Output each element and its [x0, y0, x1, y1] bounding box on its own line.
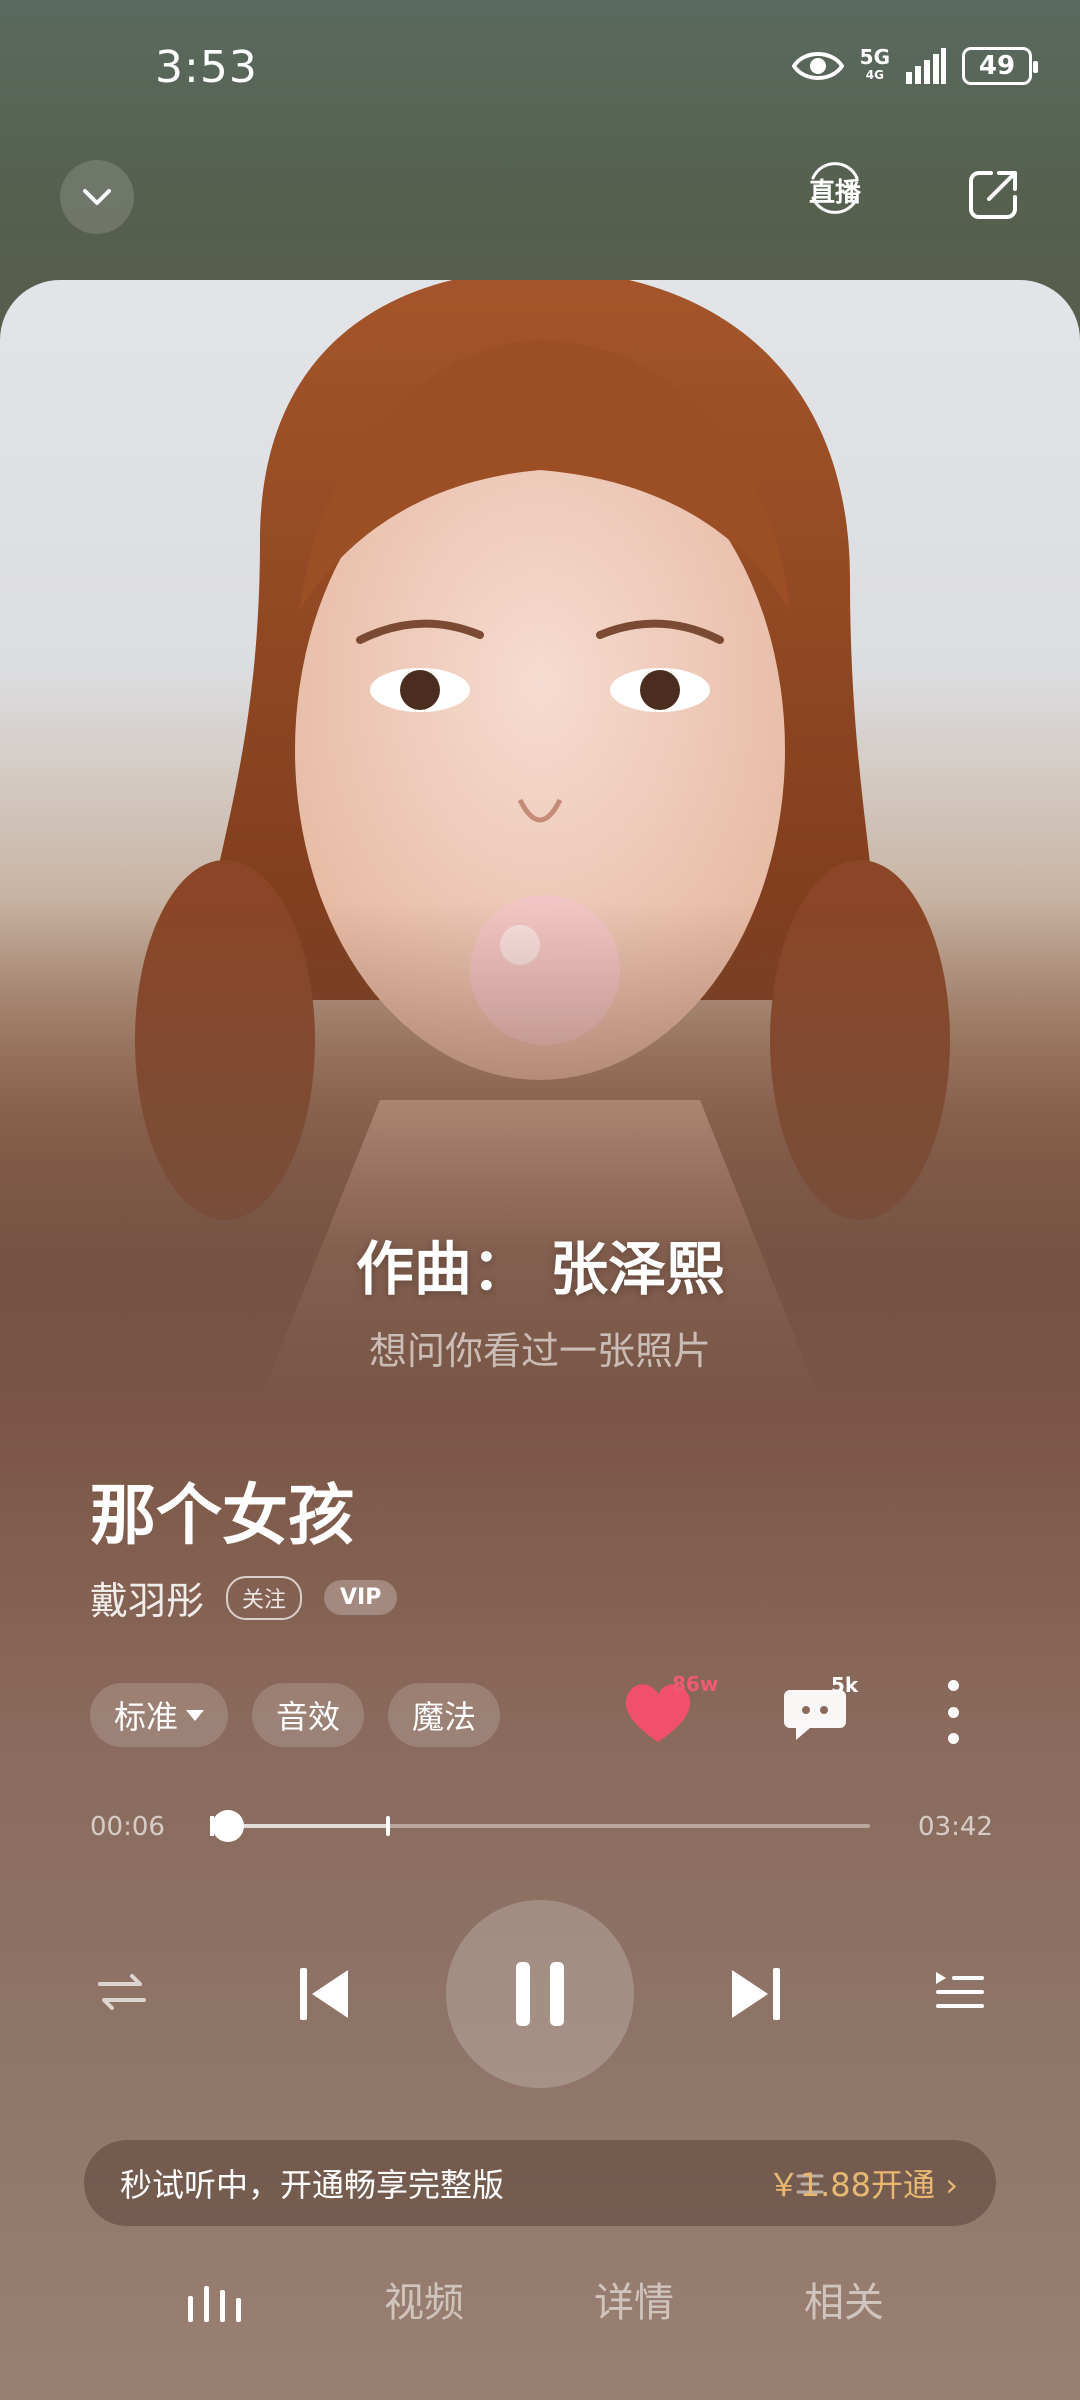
eye-icon [791, 52, 844, 80]
trial-banner[interactable]: 秒试听中，开通畅享完整版 ￥1.88开通 › [84, 2140, 996, 2226]
vip-badge: VIP [324, 1580, 398, 1615]
network-type: 5G [859, 45, 890, 69]
live-label: 直播 [808, 177, 861, 208]
collapse-button[interactable] [60, 160, 134, 234]
more-icon-dot [947, 1733, 959, 1744]
buffer-marker [386, 1816, 391, 1836]
share-icon [969, 171, 1017, 219]
playlist-icon [936, 1972, 984, 2008]
live-button[interactable]: 直播 [800, 150, 870, 230]
artist-row: 戴羽彤 关注 VIP [90, 1570, 398, 1625]
effects-label: 音效 [276, 1698, 341, 1736]
next-button[interactable] [718, 1956, 794, 2032]
quality-label: 标准 [114, 1698, 179, 1736]
playlist-button[interactable] [928, 1960, 992, 2024]
audio-bars-icon[interactable] [186, 2282, 244, 2322]
signal-icon [906, 48, 946, 84]
next-lyric[interactable]: 想问你看过一张照片 [0, 1320, 1080, 1375]
more-icon [947, 1680, 959, 1691]
share-button[interactable] [958, 160, 1028, 230]
current-time: 00:06 [90, 1812, 165, 1842]
subscribe-button[interactable]: ￥1.88开通 › [768, 2160, 958, 2206]
comment-count: 5k [831, 1673, 859, 1697]
quality-button[interactable]: 标准 [90, 1683, 229, 1747]
network-indicator: 5G 4G [859, 45, 890, 84]
option-chips: 标准 音效 魔法 [90, 1683, 501, 1747]
pause-button[interactable] [446, 1900, 634, 2088]
like-count: 86w [672, 1672, 719, 1696]
tab-video[interactable]: 视频 [384, 2270, 464, 2328]
song-title: 那个女孩 [90, 1477, 354, 1554]
effects-button[interactable]: 音效 [252, 1683, 365, 1747]
follow-button[interactable]: 关注 [226, 1575, 303, 1620]
magic-label: 魔法 [412, 1698, 477, 1736]
battery-indicator: 49 [962, 47, 1038, 85]
more-button[interactable] [928, 1680, 978, 1744]
repeat-icon [98, 1974, 146, 2010]
battery-level: 49 [978, 51, 1016, 81]
next-icon [732, 1968, 780, 2020]
tab-details[interactable]: 详情 [594, 2270, 674, 2328]
more-icon-dot [947, 1706, 959, 1718]
artist-name[interactable]: 戴羽彤 [90, 1570, 204, 1625]
progress-thumb[interactable] [211, 1810, 244, 1842]
previous-icon [300, 1968, 348, 2020]
magic-button[interactable]: 魔法 [388, 1683, 501, 1747]
chevron-down-icon [83, 189, 111, 205]
bottom-nav: 视频 详情 相关 [0, 2270, 1080, 2350]
tab-related[interactable]: 相关 [804, 2270, 884, 2328]
status-icons: 5G 4G 49 [791, 45, 1038, 86]
pause-icon [516, 1962, 564, 2026]
trial-text: 秒试听中，开通畅享完整版 [120, 2166, 505, 2204]
total-time: 03:42 [918, 1812, 993, 1842]
status-bar: 3:53 5G 4G 49 [0, 0, 1080, 140]
repeat-button[interactable] [90, 1960, 154, 2024]
caret-down-icon [186, 1709, 205, 1721]
current-lyric[interactable]: 作曲： 张泽熙 [0, 1222, 1080, 1306]
progress-bar[interactable] [210, 1810, 870, 1842]
status-time: 3:53 [155, 42, 258, 93]
previous-button[interactable] [286, 1956, 362, 2032]
